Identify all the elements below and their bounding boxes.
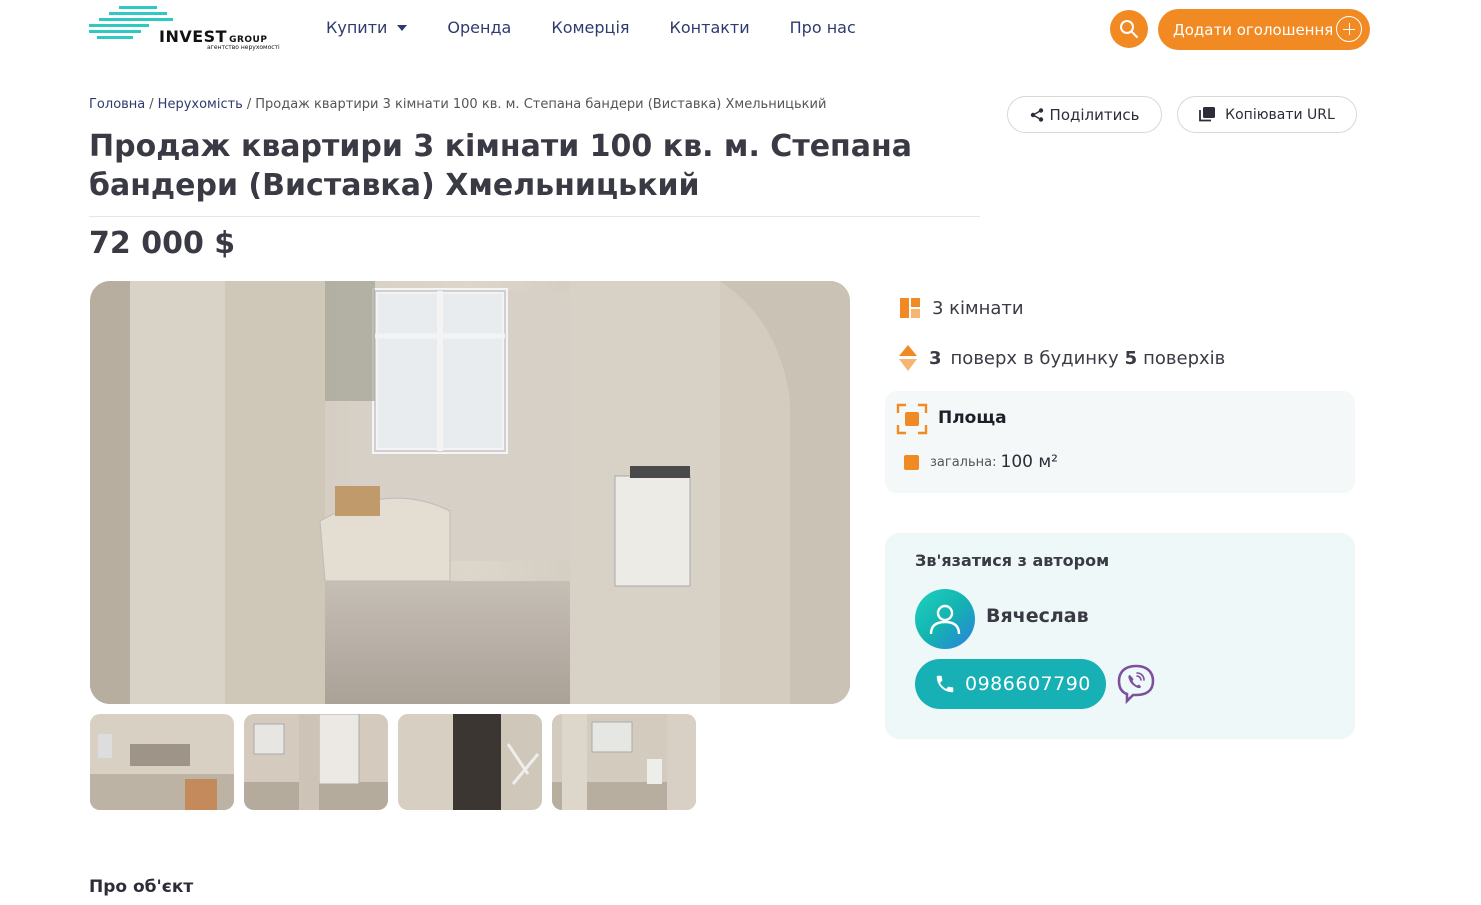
- search-button[interactable]: [1110, 10, 1148, 48]
- floors-word: поверхів: [1143, 347, 1226, 369]
- nav-item-commerce[interactable]: Комерція: [551, 18, 629, 37]
- copy-url-button[interactable]: Копіювати URL: [1177, 96, 1357, 133]
- phone-number: 0986607790: [965, 673, 1091, 695]
- nav-item-label: Комерція: [551, 18, 630, 37]
- rooms-feature: 3 кімнати: [898, 296, 1024, 320]
- add-listing-button[interactable]: Додати оголошення: [1158, 9, 1370, 50]
- title-divider: [89, 216, 980, 217]
- thumbnail-image: [90, 714, 234, 810]
- area-total-label: загальна:: [930, 454, 997, 470]
- breadcrumb-section-link[interactable]: Нерухомість: [158, 97, 243, 112]
- main-photo[interactable]: [90, 281, 850, 704]
- page-title: Продаж квартири 3 кімнати 100 кв. м. Сте…: [89, 129, 912, 203]
- viber-icon: [1117, 664, 1155, 705]
- plus-circle-icon: [1336, 16, 1362, 42]
- room-photo-image: [90, 281, 850, 704]
- about-section-title: Про об'єкт: [89, 877, 194, 897]
- nav-item-label: Контакти: [669, 18, 750, 37]
- listing-price: 72 000 $: [89, 226, 236, 261]
- site-logo[interactable]: INVEST GROUP агентство нерухомості: [89, 6, 281, 54]
- thumbnail-2[interactable]: [244, 714, 388, 810]
- rooms-label: 3 кімнати: [932, 297, 1024, 319]
- nav-item-label: Купити: [326, 18, 388, 37]
- thumbnail-image: [398, 714, 542, 810]
- thumbnail-image: [552, 714, 696, 810]
- share-label: Поділитись: [1049, 105, 1140, 124]
- in-building-text: в будинку: [1023, 347, 1119, 369]
- breadcrumb-current: Продаж квартири 3 кімнати 100 кв. м. Сте…: [255, 97, 827, 112]
- agent-name: Вячеслав: [986, 605, 1089, 627]
- breadcrumb-separator: /: [246, 97, 252, 112]
- thumbnail-3[interactable]: [398, 714, 542, 810]
- phone-icon: [936, 675, 954, 693]
- area-title: Площа: [938, 408, 1007, 428]
- search-icon: [1120, 20, 1138, 38]
- breadcrumb-home-link[interactable]: Головна: [89, 97, 145, 112]
- breadcrumb: Головна / Нерухомість / Продаж квартири 3 кі…: [89, 97, 826, 112]
- nav-item-contacts[interactable]: Контакти: [670, 18, 750, 37]
- contact-title: Зв'язатися з автором: [915, 551, 1110, 570]
- nav-item-rent[interactable]: Оренда: [447, 18, 511, 37]
- main-nav: Купити Оренда Комерція Контакти Про нас: [326, 18, 896, 37]
- area-card: [885, 391, 1355, 493]
- copy-url-label: Копіювати URL: [1225, 106, 1335, 123]
- floor-arrows-icon: [899, 345, 917, 371]
- nav-item-label: Оренда: [447, 18, 512, 37]
- nav-item-buy[interactable]: Купити: [326, 18, 408, 37]
- viber-button[interactable]: [1115, 663, 1157, 709]
- phone-button[interactable]: 0986607790: [915, 659, 1106, 709]
- floor-word: поверх: [950, 347, 1018, 369]
- thumbnail-4[interactable]: [552, 714, 696, 810]
- chevron-down-icon: [397, 24, 408, 31]
- floor-feature: 3 поверх в будинку 5 поверхів: [898, 344, 1225, 372]
- nav-item-label: Про нас: [789, 18, 856, 37]
- add-listing-label: Додати оголошення: [1173, 20, 1334, 39]
- copy-icon: [1199, 107, 1216, 122]
- area-total-row: загальна: 100 м²: [904, 452, 1058, 472]
- nav-item-about[interactable]: Про нас: [790, 18, 856, 37]
- total-floors-number: 5: [1124, 347, 1138, 369]
- area-frame-icon: [896, 403, 928, 435]
- area-square-icon: [904, 454, 919, 470]
- breadcrumb-separator: /: [149, 97, 154, 112]
- thumbnail-1[interactable]: [90, 714, 234, 810]
- area-total-value: 100 м²: [1000, 452, 1059, 472]
- logo-subtitle: агентство нерухомості: [207, 44, 280, 51]
- share-button[interactable]: Поділитись: [1007, 96, 1162, 133]
- thumbnail-image: [244, 714, 388, 810]
- avatar: [915, 589, 975, 649]
- floor-number: 3: [929, 347, 942, 369]
- share-icon: [1030, 107, 1043, 122]
- user-icon: [929, 604, 961, 635]
- floor-plan-icon: [900, 298, 920, 318]
